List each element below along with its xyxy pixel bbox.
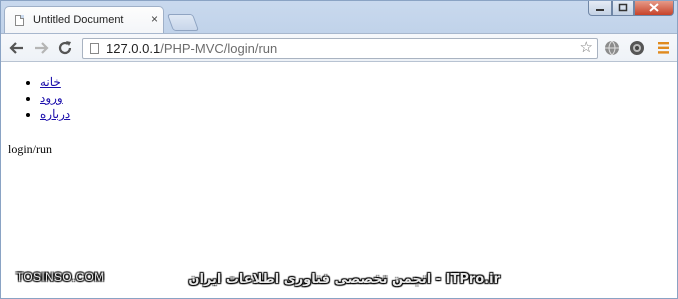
- nav-link-login[interactable]: ورود: [40, 91, 63, 105]
- minimize-button[interactable]: [588, 0, 612, 16]
- watermark-center: ITPro.ir - انجمن تخصصی فناوری اطلاعات ای…: [188, 272, 500, 287]
- browser-tab[interactable]: Untitled Document ×: [4, 6, 164, 34]
- minimize-icon: [596, 8, 604, 11]
- nav-menu: خانه ورود درباره: [26, 74, 70, 122]
- reload-icon[interactable]: [56, 39, 74, 57]
- tab-title: Untitled Document: [33, 14, 124, 26]
- url-text: 127.0.0.1/PHP-MVC/login/run: [106, 41, 277, 56]
- route-output-text: login/run: [8, 142, 52, 156]
- address-bar[interactable]: 127.0.0.1/PHP-MVC/login/run ☆: [82, 38, 598, 59]
- maximize-icon: [618, 3, 628, 12]
- globe-icon[interactable]: [603, 39, 621, 57]
- window-controls: [588, 0, 674, 16]
- nav-item-about: درباره: [40, 106, 70, 122]
- page-icon: [90, 43, 99, 54]
- nav-item-login: ورود: [40, 90, 70, 106]
- browser-toolbar: 127.0.0.1/PHP-MVC/login/run ☆: [0, 33, 678, 62]
- watermark-left: TOSINSO.COM: [16, 270, 105, 284]
- document-icon: [15, 15, 24, 26]
- url-host: 127.0.0.1: [106, 41, 161, 56]
- extension-icon[interactable]: [628, 39, 646, 57]
- page-content: خانه ورود درباره login/run: [0, 62, 678, 299]
- bookmark-star-icon[interactable]: ☆: [580, 40, 593, 56]
- forward-arrow-icon[interactable]: [32, 39, 50, 57]
- nav-item-home: خانه: [40, 74, 70, 90]
- url-path: /PHP-MVC/login/run: [160, 41, 278, 56]
- close-icon: [649, 3, 659, 12]
- nav-link-about[interactable]: درباره: [40, 107, 70, 121]
- close-window-button[interactable]: [634, 0, 674, 16]
- maximize-button[interactable]: [612, 0, 634, 16]
- hamburger-menu-icon[interactable]: [655, 39, 673, 57]
- back-arrow-icon[interactable]: [8, 39, 26, 57]
- tab-close-button[interactable]: ×: [151, 12, 158, 26]
- nav-link-home[interactable]: خانه: [40, 75, 61, 89]
